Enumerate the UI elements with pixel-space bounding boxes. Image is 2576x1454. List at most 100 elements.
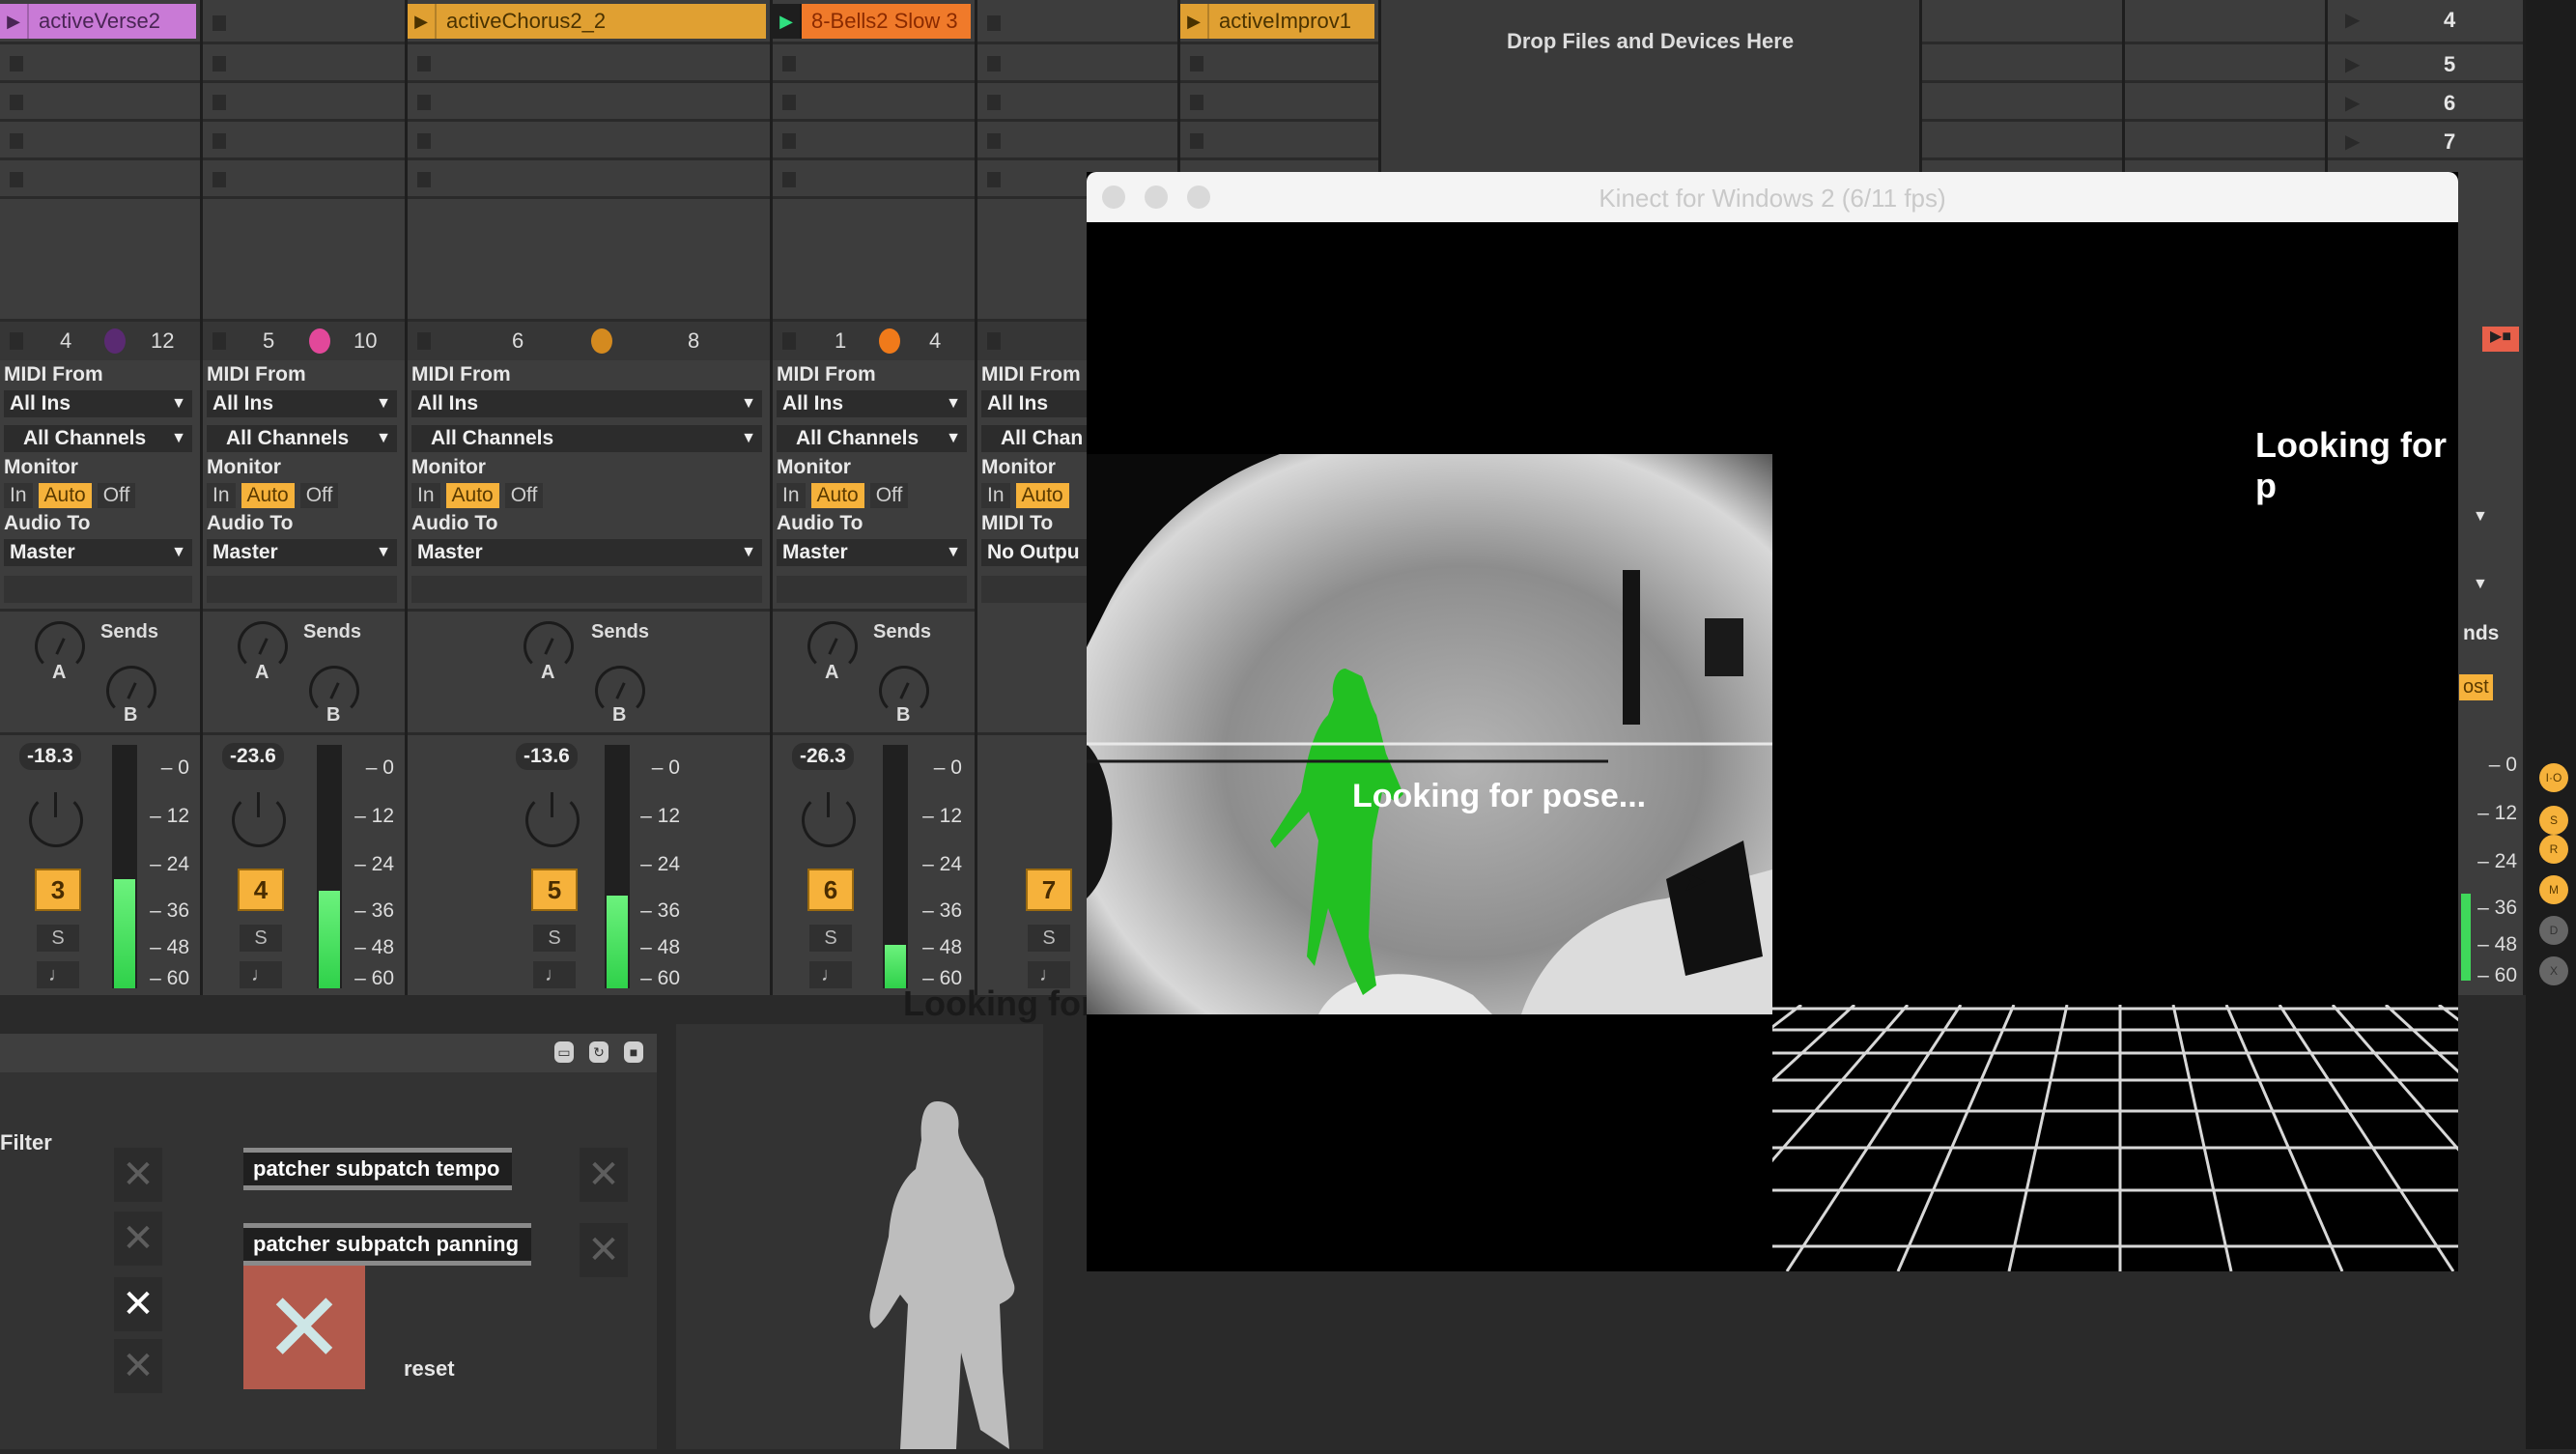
- refresh-icon[interactable]: ↻: [589, 1041, 609, 1063]
- stop-icon[interactable]: [10, 95, 23, 110]
- stop-icon[interactable]: [212, 95, 226, 110]
- pan-knob[interactable]: [802, 792, 856, 847]
- channel-dropdown[interactable]: All Channels ▼: [411, 425, 762, 452]
- clip-slot[interactable]: [0, 83, 200, 122]
- clip[interactable]: ▶ activeImprov1: [1180, 4, 1374, 39]
- monitor-in-button[interactable]: In: [4, 483, 33, 508]
- stop-icon[interactable]: [987, 133, 1001, 149]
- scene-slot[interactable]: ▶ 4: [2328, 0, 2523, 44]
- sends-toggle-button[interactable]: S: [2539, 806, 2568, 835]
- output-dropdown[interactable]: Master ▼: [207, 539, 397, 566]
- stop-icon[interactable]: [10, 172, 23, 187]
- delay-toggle-button[interactable]: D: [2539, 916, 2568, 945]
- solo-button[interactable]: S: [240, 925, 282, 952]
- input-dropdown[interactable]: All Ins ▼: [411, 390, 762, 417]
- crossfader-toggle-button[interactable]: X: [2539, 956, 2568, 985]
- clip-playing-icon[interactable]: ▶: [773, 4, 802, 39]
- volume-field[interactable]: -13.6: [516, 743, 578, 770]
- track-activator-button[interactable]: 3: [35, 869, 81, 911]
- clip[interactable]: ▶ activeVerse2: [0, 4, 196, 39]
- monitor-in-button[interactable]: In: [207, 483, 236, 508]
- scene-launch-icon[interactable]: ▶: [2345, 129, 2360, 154]
- clip-slot[interactable]: [977, 122, 1177, 160]
- monitor-in-button[interactable]: In: [981, 483, 1010, 508]
- stop-icon[interactable]: [782, 95, 796, 110]
- level-meter[interactable]: [883, 745, 908, 988]
- toggle-button[interactable]: ✕: [114, 1339, 162, 1393]
- scene-launch-icon[interactable]: ▶: [2345, 91, 2360, 115]
- input-dropdown[interactable]: All Ins ▼: [4, 390, 192, 417]
- volume-field[interactable]: -18.3: [19, 743, 81, 770]
- volume-field[interactable]: -23.6: [222, 743, 284, 770]
- clip-slot[interactable]: [1180, 122, 1378, 160]
- mixer-toggle-button[interactable]: M: [2539, 875, 2568, 904]
- clip[interactable]: ▶ activeChorus2_2: [408, 4, 766, 39]
- stop-icon[interactable]: [417, 332, 431, 350]
- toggle-button-active[interactable]: ✕: [114, 1277, 162, 1331]
- scene-slot[interactable]: ▶ 6: [2328, 83, 2523, 122]
- clip-slot[interactable]: [408, 160, 770, 199]
- toggle-button[interactable]: ✕: [580, 1148, 628, 1202]
- level-meter[interactable]: [605, 745, 630, 988]
- stop-icon[interactable]: [212, 56, 226, 71]
- scene-slot[interactable]: ▶ 5: [2328, 44, 2523, 83]
- pan-knob[interactable]: [232, 792, 286, 847]
- stop-icon[interactable]: [782, 56, 796, 71]
- clip[interactable]: ▶ 8-Bells2 Slow 3: [773, 4, 971, 39]
- clip-slot[interactable]: [977, 0, 1177, 44]
- stop-icon[interactable]: [987, 95, 1001, 110]
- clip-slot[interactable]: [773, 122, 975, 160]
- chevron-down-icon[interactable]: ▼: [2473, 508, 2488, 526]
- clip-slot[interactable]: [1180, 44, 1378, 83]
- solo-button[interactable]: S: [1028, 925, 1070, 952]
- master-meter[interactable]: [2461, 894, 2471, 981]
- track-activator-button[interactable]: 6: [807, 869, 854, 911]
- stop-icon[interactable]: [987, 56, 1001, 71]
- arm-button[interactable]: ♩: [809, 961, 852, 988]
- monitor-auto-button[interactable]: Auto: [38, 483, 92, 508]
- stop-icon[interactable]: [417, 133, 431, 149]
- clip-slot[interactable]: [408, 83, 770, 122]
- output-dropdown[interactable]: Master ▼: [411, 539, 762, 566]
- stop-icon[interactable]: [1190, 95, 1203, 110]
- stop-icon[interactable]: [782, 172, 796, 187]
- monitor-auto-button[interactable]: Auto: [241, 483, 295, 508]
- stop-icon[interactable]: [212, 172, 226, 187]
- clip-slot[interactable]: [773, 83, 975, 122]
- clip-slot[interactable]: [0, 122, 200, 160]
- clip-slot[interactable]: [408, 122, 770, 160]
- stop-icon[interactable]: [10, 56, 23, 71]
- toggle-button[interactable]: ✕: [114, 1212, 162, 1266]
- monitor-auto-button[interactable]: Auto: [810, 483, 864, 508]
- arm-button[interactable]: ♩: [533, 961, 576, 988]
- stop-all-clips-button[interactable]: ▶■: [2482, 327, 2519, 352]
- stop-icon[interactable]: [1190, 133, 1203, 149]
- clip-slot[interactable]: [203, 44, 405, 83]
- clip-play-icon[interactable]: ▶: [1180, 4, 1209, 39]
- channel-dropdown[interactable]: All Channels ▼: [4, 425, 192, 452]
- scene-launch-icon[interactable]: ▶: [2345, 52, 2360, 76]
- solo-button[interactable]: S: [37, 925, 79, 952]
- monitor-in-button[interactable]: In: [777, 483, 806, 508]
- clip-slot[interactable]: [773, 160, 975, 199]
- toggle-button[interactable]: ✕: [114, 1148, 162, 1202]
- clip-slot[interactable]: [0, 44, 200, 83]
- reset-button[interactable]: ✕: [243, 1266, 365, 1389]
- clip-slot[interactable]: ▶ activeVerse2: [0, 0, 200, 44]
- stop-icon[interactable]: [212, 332, 226, 350]
- track-activator-button[interactable]: 7: [1026, 869, 1072, 911]
- clip-slot[interactable]: [408, 44, 770, 83]
- clip-slot[interactable]: [203, 83, 405, 122]
- clip-slot[interactable]: [977, 44, 1177, 83]
- channel-dropdown[interactable]: All Channels ▼: [777, 425, 967, 452]
- clip-slot[interactable]: ▶ 8-Bells2 Slow 3: [773, 0, 975, 44]
- clip-play-icon[interactable]: ▶: [0, 4, 29, 39]
- track-activator-button[interactable]: 5: [531, 869, 578, 911]
- stop-icon[interactable]: [987, 15, 1001, 31]
- monitor-off-button[interactable]: Off: [97, 483, 136, 508]
- scene-launch-icon[interactable]: ▶: [2345, 8, 2360, 32]
- monitor-off-button[interactable]: Off: [299, 483, 339, 508]
- level-meter[interactable]: [317, 745, 342, 988]
- lock-icon[interactable]: ■: [624, 1041, 643, 1063]
- stop-icon[interactable]: [417, 95, 431, 110]
